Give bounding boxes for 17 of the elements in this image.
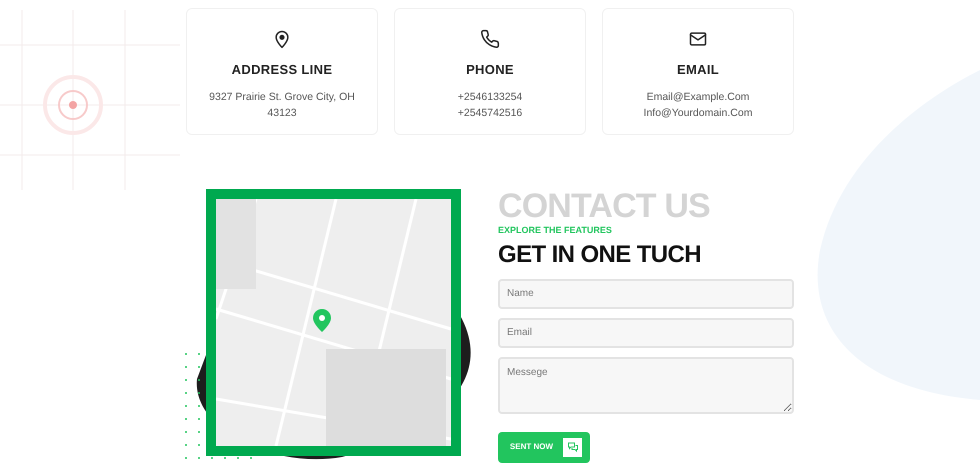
card-text: +2545742516 xyxy=(456,106,524,120)
section-heading: GET IN ONE TUCH xyxy=(498,240,702,270)
phone-icon xyxy=(480,29,500,49)
text-input-field[interactable]: Name xyxy=(498,278,794,308)
card-title: PHONE xyxy=(466,61,514,79)
eyebrow-text: EXPLORE THE FEATURES xyxy=(498,224,613,237)
card-text: 9327 Prairie St. Grove City, OH 43123 xyxy=(208,90,356,120)
card-text: Email@Example.Com xyxy=(646,90,750,104)
card-text: +2546133254 xyxy=(456,90,524,104)
send-button[interactable]: SENT NOW xyxy=(498,432,590,462)
card-title: EMAIL xyxy=(676,61,720,79)
chat-icon xyxy=(563,438,582,456)
card-text: Info@Yourdomain.Com xyxy=(642,106,754,120)
card-title: ADDRESS LINE xyxy=(232,61,332,79)
map-pin-icon xyxy=(311,307,333,333)
text-input-field[interactable]: Email xyxy=(498,318,794,348)
message-field[interactable]: Messege xyxy=(498,356,794,414)
